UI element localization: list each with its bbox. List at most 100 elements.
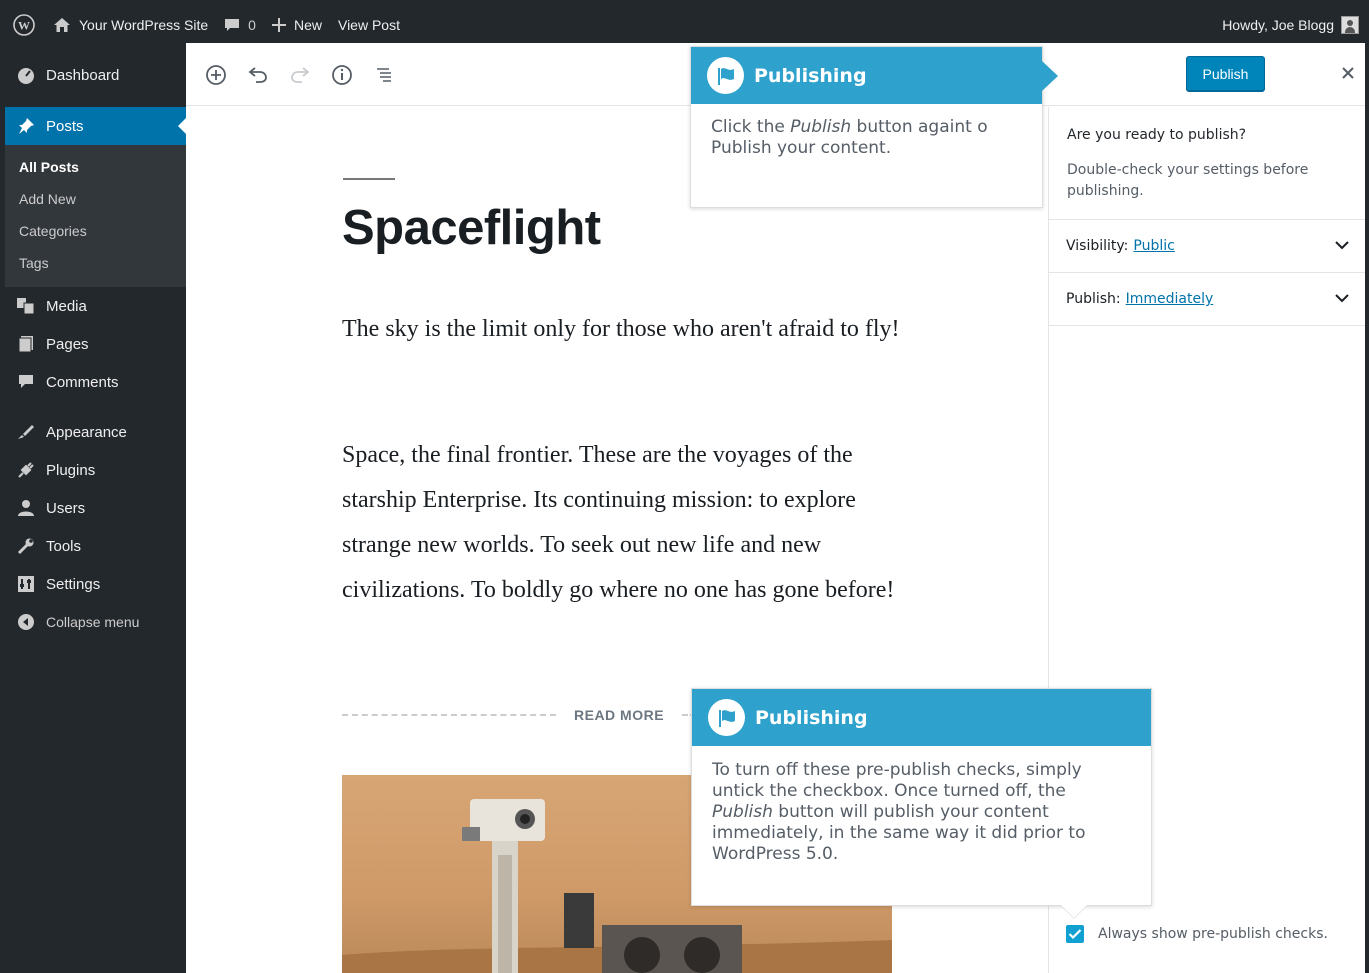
flag-icon: [708, 699, 745, 736]
dashboard-icon: [15, 65, 37, 85]
sidebar-item-label: Dashboard: [46, 66, 120, 84]
tooltip-emphasis: Publish: [712, 802, 773, 822]
sidebar-item-label: Settings: [46, 575, 101, 593]
sidebar-item-users[interactable]: Users: [5, 489, 186, 527]
publish-date-row[interactable]: Publish: Immediately: [1049, 273, 1365, 326]
pre-publish-checkbox-label: Always show pre-publish checks.: [1098, 926, 1328, 942]
avatar: [1341, 16, 1359, 34]
pin-icon: [15, 116, 37, 136]
media-icon: [15, 296, 37, 316]
chevron-down-icon[interactable]: [1335, 238, 1349, 254]
new-content-link[interactable]: New: [264, 7, 330, 43]
view-post-label: View Post: [337, 17, 400, 33]
publish-date-label: Publish:: [1066, 291, 1121, 307]
dashed-line: [342, 714, 556, 716]
tooltip-emphasis: Publish: [790, 117, 852, 137]
sidebar-item-label: Users: [46, 499, 86, 517]
sidebar-item-label: Media: [46, 297, 87, 315]
user-icon: [15, 498, 37, 518]
view-post-link[interactable]: View Post: [330, 7, 408, 43]
tooltip-body: Click the Publish button againt o Publis…: [691, 104, 1042, 172]
submenu-tags[interactable]: Tags: [5, 247, 186, 279]
tooltip-body: To turn off these pre-publish checks, si…: [692, 746, 1151, 878]
paragraph-block[interactable]: The sky is the limit only for those who …: [342, 307, 902, 352]
close-icon[interactable]: [1336, 61, 1360, 85]
title-separator: [343, 178, 395, 180]
sidebar-item-pages[interactable]: Pages: [5, 325, 186, 363]
sidebar-item-dashboard[interactable]: Dashboard: [5, 43, 186, 107]
posts-submenu: All Posts Add New Categories Tags: [5, 145, 186, 287]
panel-question: Are you ready to publish?: [1067, 127, 1247, 143]
undo-icon[interactable]: [246, 63, 270, 87]
sidebar-item-media[interactable]: Media: [5, 287, 186, 325]
pages-icon: [15, 334, 37, 354]
settings-icon: [15, 574, 37, 594]
chevron-down-icon[interactable]: [1335, 291, 1349, 307]
paragraph-block[interactable]: Space, the final frontier. These are the…: [342, 433, 902, 613]
menu-separator: [5, 401, 186, 413]
comment-bubble-icon: [224, 17, 240, 33]
tooltip-text: Click the: [711, 117, 791, 137]
sidebar-item-settings[interactable]: Settings: [5, 565, 186, 603]
info-icon[interactable]: [330, 63, 354, 87]
flag-icon: [707, 57, 744, 94]
sidebar-item-plugins[interactable]: Plugins: [5, 451, 186, 489]
publishing-tooltip-bottom: Publishing To turn off these pre-publish…: [691, 688, 1152, 906]
sidebar-item-label: Collapse menu: [46, 614, 140, 630]
comment-icon: [15, 372, 37, 392]
submenu-categories[interactable]: Categories: [5, 215, 186, 247]
publish-date-value-link[interactable]: Immediately: [1126, 291, 1214, 307]
sidebar-item-label: Posts: [46, 117, 84, 135]
pre-publish-checks-option[interactable]: Always show pre-publish checks.: [1066, 925, 1328, 943]
sidebar-item-tools[interactable]: Tools: [5, 527, 186, 565]
site-name-link[interactable]: Your WordPress Site: [45, 7, 216, 43]
panel-intro: Are you ready to publish? Double-check y…: [1049, 107, 1365, 220]
tooltip-header: Publishing: [691, 47, 1042, 104]
visibility-label: Visibility:: [1066, 238, 1129, 254]
account-menu[interactable]: Howdy, Joe Blogg: [1214, 7, 1365, 43]
collapse-icon: [15, 612, 37, 632]
pre-publish-checkbox[interactable]: [1066, 925, 1084, 943]
comments-link[interactable]: 0: [216, 7, 264, 43]
tooltip-title: Publishing: [755, 706, 868, 729]
admin-bar: W Your WordPress Site 0 New View Post Ho…: [5, 7, 1365, 43]
sidebar-item-appearance[interactable]: Appearance: [5, 413, 186, 451]
plus-icon: [271, 18, 286, 32]
visibility-value-link[interactable]: Public: [1133, 238, 1174, 254]
panel-description: Double-check your settings before publis…: [1067, 162, 1309, 199]
visibility-row[interactable]: Visibility: Public: [1049, 220, 1365, 273]
sidebar-item-posts[interactable]: Posts: [5, 107, 186, 145]
sidebar-item-label: Comments: [46, 373, 119, 391]
collapse-menu-button[interactable]: Collapse menu: [5, 603, 186, 641]
app-frame: W Your WordPress Site 0 New View Post Ho…: [5, 7, 1365, 973]
tooltip-header: Publishing: [692, 689, 1151, 746]
tooltip-text: To turn off these pre-publish checks, si…: [712, 760, 1082, 801]
site-name-label: Your WordPress Site: [79, 17, 209, 33]
sidebar-item-comments[interactable]: Comments: [5, 363, 186, 401]
redo-icon[interactable]: [288, 63, 312, 87]
read-more-label: READ MORE: [574, 707, 665, 723]
sidebar-item-label: Plugins: [46, 461, 96, 479]
comment-count: 0: [248, 17, 256, 33]
home-icon: [53, 17, 71, 33]
outline-icon[interactable]: [372, 63, 396, 87]
wordpress-logo-icon[interactable]: W: [5, 7, 45, 43]
publish-button[interactable]: Publish: [1186, 56, 1265, 92]
submenu-add-new[interactable]: Add New: [5, 183, 186, 215]
add-block-icon[interactable]: [204, 63, 228, 87]
admin-sidebar: Dashboard Posts All Posts Add New Catego…: [5, 43, 186, 973]
wrench-icon: [15, 536, 37, 556]
howdy-label: Howdy, Joe Blogg: [1222, 17, 1334, 33]
sidebar-item-label: Appearance: [46, 423, 127, 441]
sidebar-item-label: Pages: [46, 335, 89, 353]
new-label: New: [293, 17, 322, 33]
publishing-tooltip-top: Publishing Click the Publish button agai…: [690, 46, 1058, 208]
brush-icon: [15, 422, 37, 442]
submenu-all-posts[interactable]: All Posts: [5, 151, 186, 183]
svg-text:W: W: [18, 19, 30, 33]
checkmark-icon: [1068, 929, 1082, 940]
plugin-icon: [15, 460, 37, 480]
post-title[interactable]: Spaceflight: [342, 200, 601, 256]
sidebar-item-label: Tools: [46, 537, 82, 555]
read-more-block[interactable]: READ MORE: [342, 707, 713, 723]
